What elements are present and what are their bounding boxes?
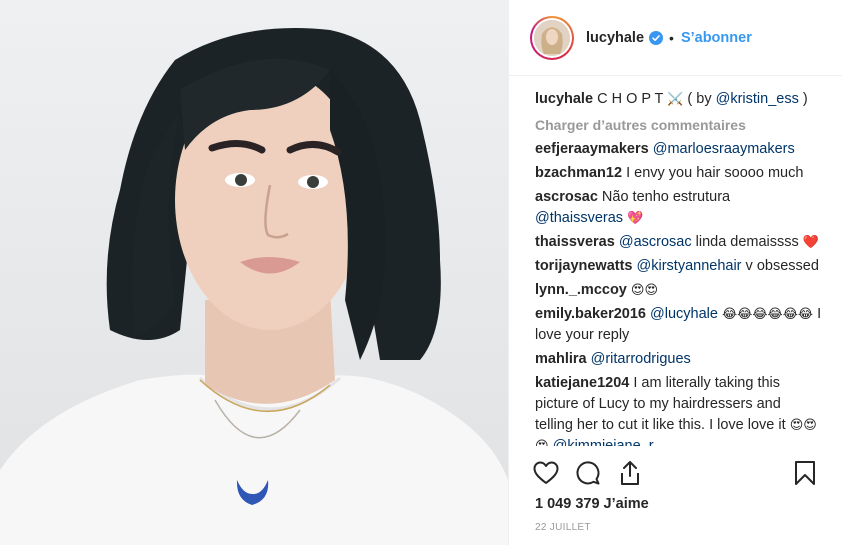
comment-item: eefjeraaymakers @marloesraaymakers — [535, 139, 822, 160]
caption-emoji: ⚔️ — [667, 92, 684, 107]
post-header: lucyhale • S’abonner — [509, 0, 842, 76]
comment-username[interactable]: thaissveras — [535, 234, 615, 250]
comment-item: ascrosac Não tenho estrutura @thaissvera… — [535, 187, 822, 229]
comment-username[interactable]: mahlira — [535, 351, 587, 367]
comment-username[interactable]: eefjeraaymakers — [535, 141, 649, 157]
comment-item: thaissveras @ascrosac linda demaissss ❤️ — [535, 232, 822, 253]
comment-mention[interactable]: @kirstyannehair — [637, 258, 742, 274]
comment-item: lynn._.mccoy 😍😍 — [535, 280, 822, 301]
comment-emoji: 😍😍 — [630, 283, 659, 298]
comment-username[interactable]: lynn._.mccoy — [535, 282, 627, 298]
caption-username[interactable]: lucyhale — [535, 91, 593, 107]
comment-item: emily.baker2016 @lucyhale 😂😂😂😂😂😂 I love … — [535, 304, 822, 346]
comment-emoji: 💖 — [627, 211, 644, 226]
comment-item: bzachman12 I envy you hair soooo much — [535, 163, 822, 184]
bookmark-icon[interactable] — [788, 456, 822, 490]
post-username[interactable]: lucyhale — [586, 30, 644, 46]
caption-mention[interactable]: @kristin_ess — [716, 91, 799, 107]
header-separator: • — [669, 29, 674, 46]
comment-mention[interactable]: @lucyhale — [650, 306, 718, 322]
comment-emoji: 😂😂😂😂😂😂 — [721, 307, 814, 322]
comment-mention[interactable]: @ritarrodrigues — [591, 351, 691, 367]
comment-username[interactable]: bzachman12 — [535, 165, 622, 181]
comment-text: v obsessed — [745, 258, 819, 274]
avatar-story-ring[interactable] — [530, 15, 574, 60]
load-more-comments-link[interactable]: Charger d’autres commentaires — [535, 116, 822, 135]
caption-credit-suffix: ) — [798, 91, 808, 107]
post-details-panel: lucyhale • S’abonner lucyhale C H O P T … — [508, 0, 842, 545]
comment-mention[interactable]: @ascrosac — [619, 234, 692, 250]
post-date[interactable]: 22 JUILLET — [535, 522, 591, 533]
caption-text: C H O P T — [597, 91, 664, 107]
comment-mention[interactable]: @marloesraaymakers — [653, 141, 795, 157]
comment-text: I envy you hair soooo much — [626, 165, 804, 181]
post-actions-bar — [529, 455, 822, 491]
comment-item: torijaynewatts @kirstyannehair v obsesse… — [535, 256, 822, 277]
comment-item: mahlira @ritarrodrigues — [535, 349, 822, 370]
likes-count[interactable]: 1 049 379 J’aime — [535, 496, 649, 512]
heart-icon[interactable] — [529, 456, 563, 490]
comment-mention[interactable]: @thaissveras — [535, 210, 623, 226]
comment-emoji: ❤️ — [802, 235, 820, 250]
comment-username[interactable]: emily.baker2016 — [535, 306, 646, 322]
comment-text: Não tenho estrutura — [601, 189, 731, 205]
post-caption: lucyhale C H O P T ⚔️ ( by @kristin_ess … — [535, 90, 822, 109]
post-photo[interactable] — [0, 0, 508, 545]
portrait-image — [0, 28, 508, 545]
comment-item: katiejane1204 I am literally taking this… — [535, 373, 822, 446]
share-icon[interactable] — [613, 456, 647, 490]
follow-button[interactable]: S’abonner — [681, 30, 752, 46]
comments-list: lucyhale C H O P T ⚔️ ( by @kristin_ess … — [509, 76, 842, 446]
comment-text: linda demaissss — [695, 234, 799, 250]
comment-username[interactable]: torijaynewatts — [535, 258, 633, 274]
comment-mention[interactable]: @kimmiejane_r — [553, 438, 654, 446]
comment-username[interactable]: ascrosac — [535, 189, 598, 205]
comment-username[interactable]: katiejane1204 — [535, 375, 629, 391]
avatar[interactable] — [534, 19, 570, 56]
comment-icon[interactable] — [571, 456, 605, 490]
caption-credit-prefix: ( by — [683, 91, 716, 107]
verified-badge-icon — [649, 30, 664, 45]
